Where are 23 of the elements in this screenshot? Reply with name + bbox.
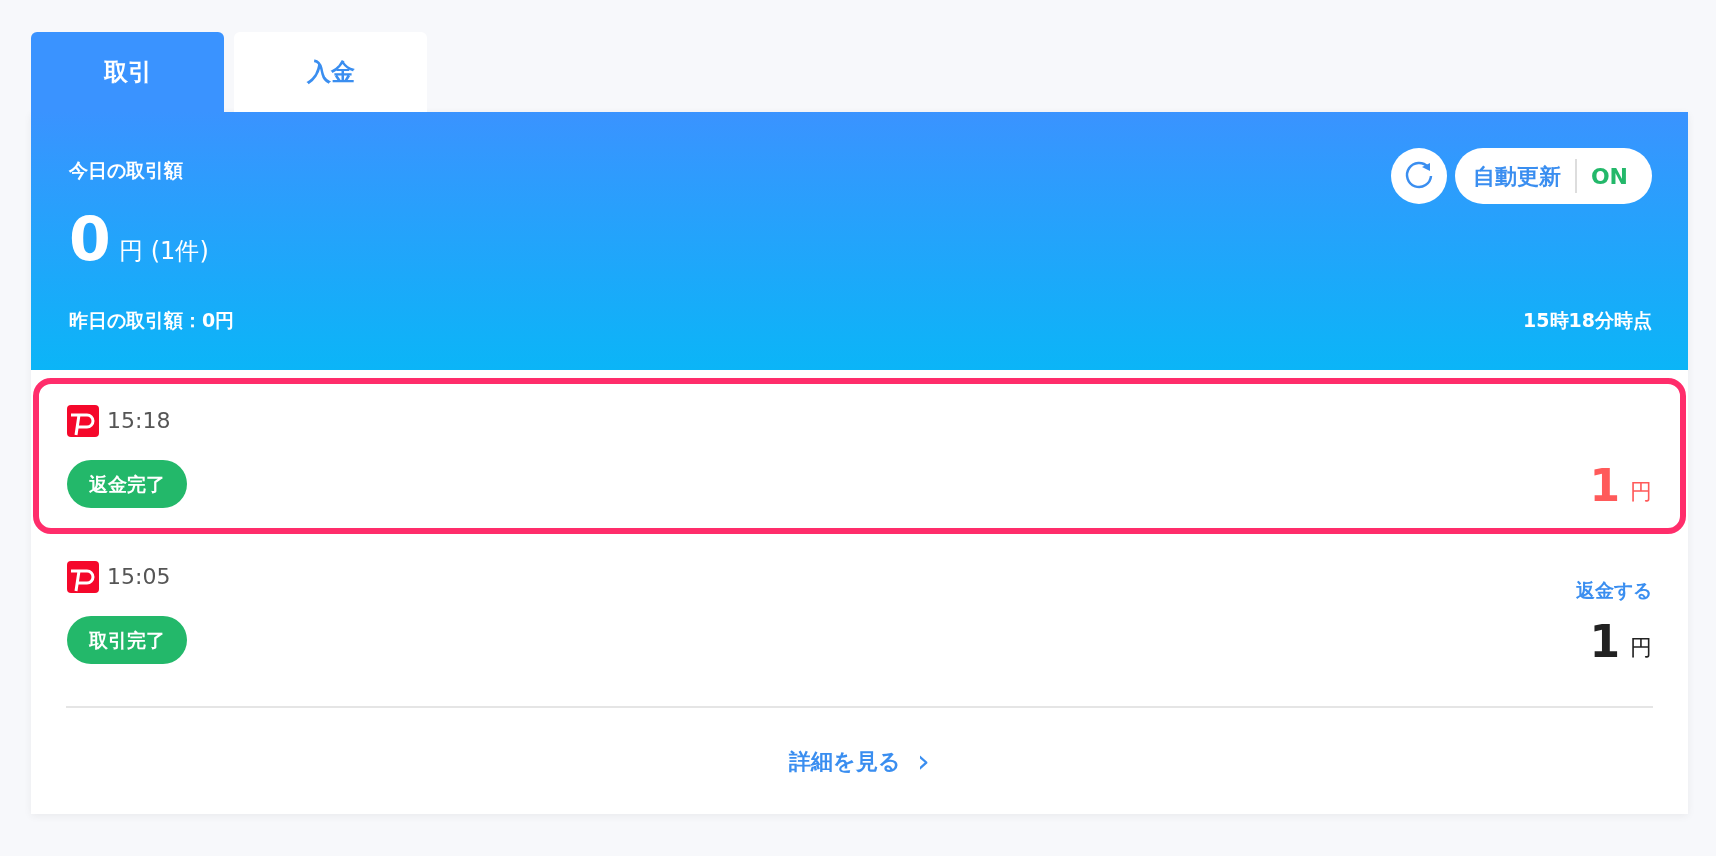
tab[interactable]: 取引 [31,32,224,112]
transaction-amount: 1 [1589,620,1620,664]
currency-unit: 円 [1630,634,1652,662]
refund-link[interactable]: 返金する [1576,575,1652,604]
currency-unit: 円 [1630,478,1652,506]
transaction-row[interactable]: 15:05 取引完了 返金する 1 円 [33,534,1686,690]
auto-update-toggle[interactable]: 自動更新 ON [1454,148,1652,204]
payment-logo-icon [67,560,99,593]
summary-title: 今日の取引額 [69,158,184,183]
transaction-amount: 1 [1589,464,1620,508]
transaction-time: 15:05 [107,563,171,591]
status-badge: 取引完了 [67,615,187,664]
status-badge: 返金完了 [67,459,187,508]
payment-logo-icon [67,404,99,437]
timestamp: 15時18分時点 [1523,307,1652,333]
details-link[interactable]: 詳細を見る › [789,744,930,778]
transaction-count: (1件) [150,235,209,267]
transaction-time: 15:18 [107,407,171,435]
currency-unit: 円 [118,235,143,267]
tab[interactable]: 入金 [234,32,427,112]
yesterday-amount: 昨日の取引額：0円 [69,307,235,333]
total-amount: 0 [69,208,111,269]
transaction-row[interactable]: 15:18 返金完了 1 円 [33,378,1686,534]
